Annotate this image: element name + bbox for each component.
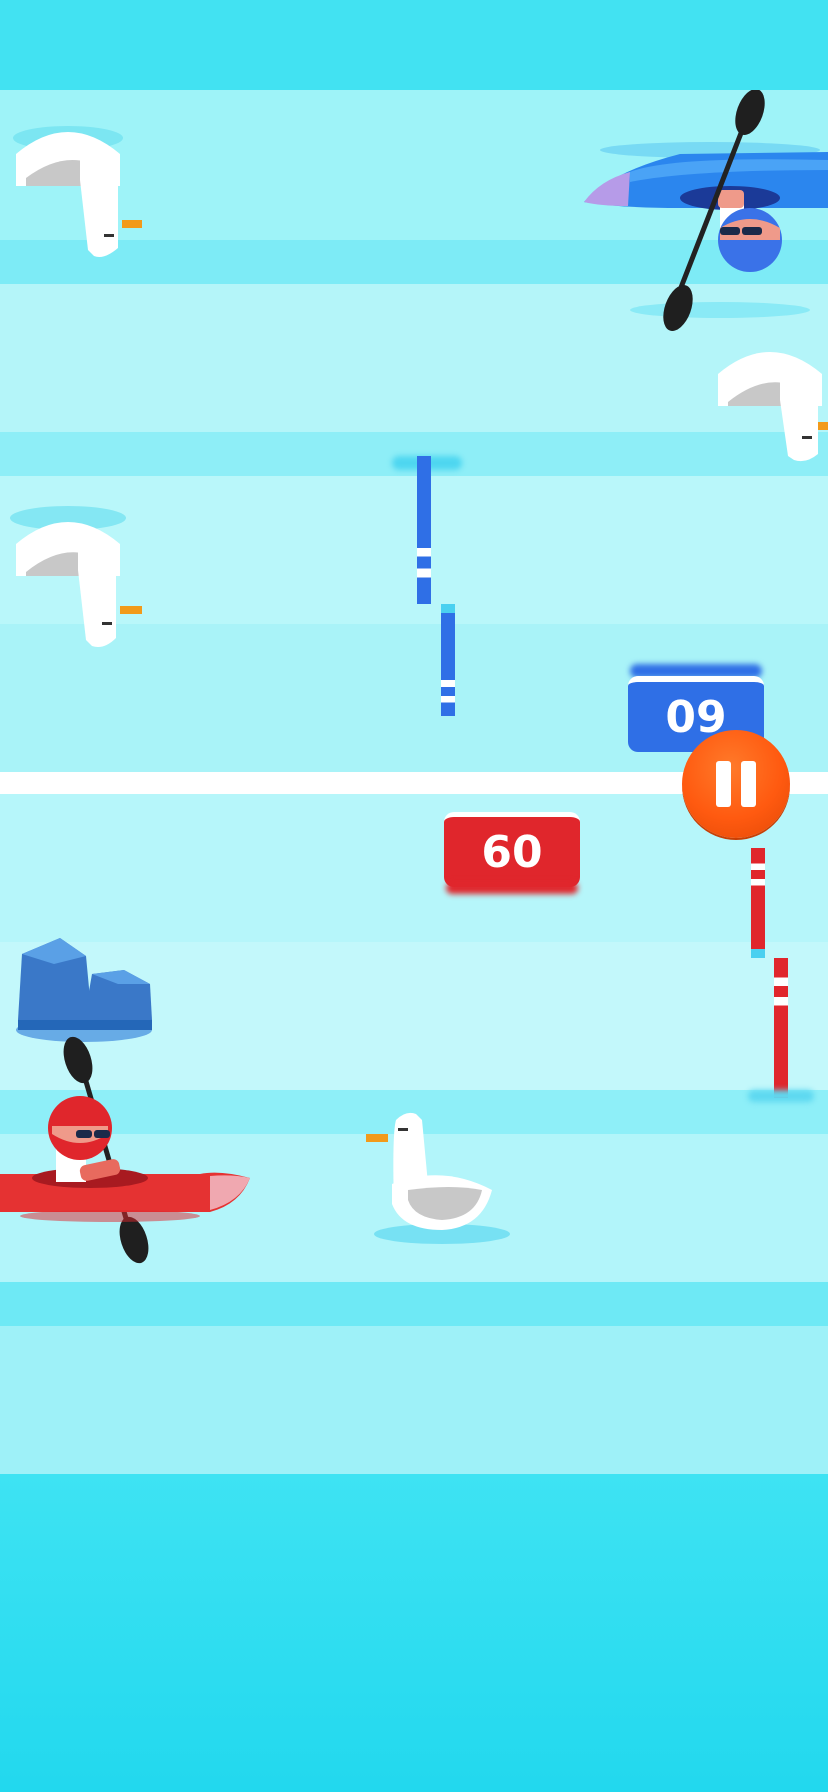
water-band — [0, 1474, 828, 1792]
pause-button[interactable] — [682, 730, 790, 838]
badge-splash — [446, 882, 578, 894]
seagull-icon — [718, 352, 828, 462]
seagull-icon — [366, 1112, 510, 1244]
game-stage[interactable]: 09 60 — [0, 0, 828, 1792]
water-band — [0, 1282, 828, 1326]
blue-gate-pole — [417, 456, 431, 604]
pause-icon — [716, 761, 731, 807]
red-gate-pole — [774, 958, 788, 1098]
player-kayaker — [0, 1036, 250, 1264]
seagull-icon — [10, 506, 142, 647]
pole-splash — [748, 1090, 814, 1102]
rock-icon — [16, 938, 152, 1042]
player-score-badge: 60 — [444, 812, 580, 887]
player-score: 60 — [481, 826, 543, 878]
red-gate-pole — [751, 848, 765, 958]
seagull-icon — [13, 126, 142, 257]
pause-icon — [741, 761, 756, 807]
water-band — [0, 1326, 828, 1474]
opponent-kayaker — [584, 90, 828, 331]
water-band — [0, 0, 828, 90]
opponent-score: 09 — [665, 691, 727, 743]
blue-gate-pole — [441, 604, 455, 716]
